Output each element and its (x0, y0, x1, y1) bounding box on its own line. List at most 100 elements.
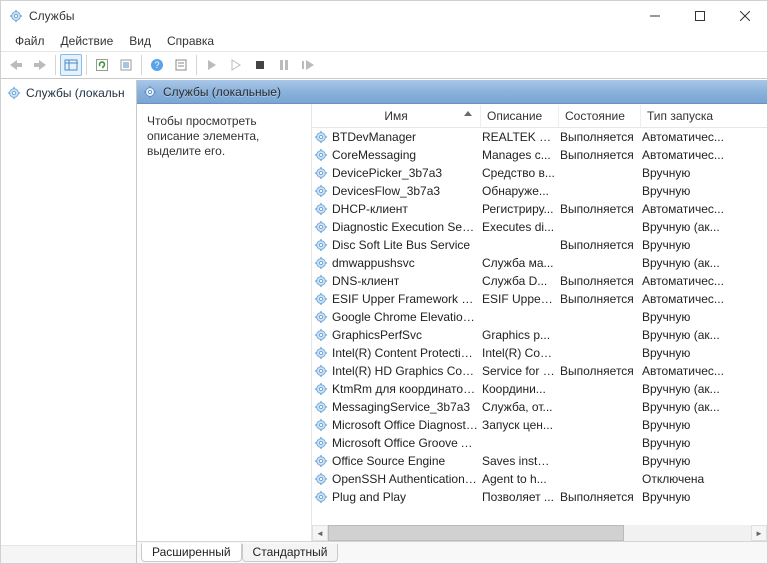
tab-extended[interactable]: Расширенный (141, 543, 242, 562)
app-icon (9, 9, 23, 23)
table-row[interactable]: Disc Soft Lite Bus ServiceВыполняетсяВру… (312, 236, 767, 254)
pause-service-button[interactable] (273, 54, 295, 76)
toolbar-sep (55, 55, 56, 75)
table-row[interactable]: MessagingService_3b7a3Служба, от...Вручн… (312, 398, 767, 416)
gear-icon (314, 166, 328, 180)
rows: BTDevManagerREALTEK Bl...ВыполняетсяАвто… (312, 128, 767, 525)
cell-state: Выполняется (560, 238, 642, 252)
col-description[interactable]: Описание (480, 105, 558, 127)
gear-icon (314, 436, 328, 450)
menu-view[interactable]: Вид (121, 32, 159, 50)
gear-icon (314, 454, 328, 468)
cell-name: CoreMessaging (332, 148, 482, 162)
cell-start-type: Вручную (642, 436, 730, 450)
table-row[interactable]: GraphicsPerfSvcGraphics p...Вручную (ак.… (312, 326, 767, 344)
gear-icon (314, 382, 328, 396)
horizontal-scrollbar[interactable]: ◄ ► (312, 525, 767, 541)
maximize-button[interactable] (677, 1, 722, 31)
cell-state: Выполняется (560, 364, 642, 378)
gear-icon (314, 274, 328, 288)
window-title: Службы (29, 9, 74, 23)
cell-state: Выполняется (560, 490, 642, 504)
gear-icon (314, 256, 328, 270)
cell-state: Выполняется (560, 148, 642, 162)
table-row[interactable]: DevicePicker_3b7a3Средство в...Вручную (312, 164, 767, 182)
menu-help[interactable]: Справка (159, 32, 222, 50)
gear-icon (314, 328, 328, 342)
cell-start-type: Отключена (642, 472, 730, 486)
tree-scrollbar[interactable] (1, 545, 136, 563)
close-button[interactable] (722, 1, 767, 31)
help-button[interactable]: ? (146, 54, 168, 76)
cell-name: ESIF Upper Framework Service (332, 292, 482, 306)
toolbar-sep (141, 55, 142, 75)
show-tree-button[interactable] (60, 54, 82, 76)
cell-start-type: Автоматичес... (642, 148, 730, 162)
content: Чтобы просмотреть описание элемента, выд… (137, 104, 767, 541)
col-state[interactable]: Состояние (558, 105, 640, 127)
table-row[interactable]: Microsoft Office Groove Au...Вручную (312, 434, 767, 452)
scroll-right-icon[interactable]: ► (751, 525, 767, 541)
right-header: Службы (локальные) (137, 80, 767, 104)
table-row[interactable]: CoreMessagingManages c...ВыполняетсяАвто… (312, 146, 767, 164)
export-list-button[interactable] (115, 54, 137, 76)
table-row[interactable]: dmwappushsvcСлужба ма...Вручную (ак... (312, 254, 767, 272)
tab-standard[interactable]: Стандартный (242, 544, 339, 562)
cell-state: Выполняется (560, 274, 642, 288)
scroll-thumb[interactable] (328, 525, 624, 541)
start-service-alt-button[interactable] (225, 54, 247, 76)
start-service-button[interactable] (201, 54, 223, 76)
minimize-button[interactable] (632, 1, 677, 31)
cell-description: Saves instal... (482, 454, 560, 468)
restart-service-button[interactable] (297, 54, 319, 76)
cell-start-type: Автоматичес... (642, 202, 730, 216)
description-panel: Чтобы просмотреть описание элемента, выд… (137, 104, 311, 541)
back-button[interactable] (5, 54, 27, 76)
cell-description: REALTEK Bl... (482, 130, 560, 144)
table-row[interactable]: DNS-клиентСлужба D...ВыполняетсяАвтомати… (312, 272, 767, 290)
sort-asc-icon (464, 111, 472, 116)
menu-action[interactable]: Действие (53, 32, 122, 50)
tree-item-services[interactable]: Службы (локальн (1, 83, 136, 103)
table-row[interactable]: DevicesFlow_3b7a3Обнаруже...Вручную (312, 182, 767, 200)
tree-item-label: Службы (локальн (26, 86, 125, 100)
cell-start-type: Вручную (642, 418, 730, 432)
cell-start-type: Вручную (642, 490, 730, 504)
table-row[interactable]: BTDevManagerREALTEK Bl...ВыполняетсяАвто… (312, 128, 767, 146)
window: Службы Файл Действие Вид Справка ? (0, 0, 768, 564)
table-row[interactable]: Diagnostic Execution ServiceExecutes di.… (312, 218, 767, 236)
window-controls (632, 1, 767, 31)
view-tabs: Расширенный Стандартный (137, 541, 767, 563)
scroll-track[interactable] (328, 525, 751, 541)
cell-description: Регистриру... (482, 202, 560, 216)
refresh-button[interactable] (91, 54, 113, 76)
properties-button[interactable] (170, 54, 192, 76)
table-row[interactable]: Microsoft Office Diagnostics...Запуск це… (312, 416, 767, 434)
cell-state: Выполняется (560, 202, 642, 216)
menu-file[interactable]: Файл (7, 32, 53, 50)
table-row[interactable]: ESIF Upper Framework ServiceESIF Upper .… (312, 290, 767, 308)
stop-service-button[interactable] (249, 54, 271, 76)
cell-name: DHCP-клиент (332, 202, 482, 216)
cell-start-type: Вручную (642, 310, 730, 324)
col-start-type[interactable]: Тип запуска (640, 105, 722, 127)
body: Службы (локальн Службы (локальные) Чтобы… (1, 79, 767, 563)
gear-icon (314, 400, 328, 414)
table-row[interactable]: Intel(R) Content Protection H...Intel(R)… (312, 344, 767, 362)
cell-name: Diagnostic Execution Service (332, 220, 482, 234)
col-name[interactable]: Имя (312, 105, 480, 127)
table-row[interactable]: Google Chrome Elevation Se...Вручную (312, 308, 767, 326)
gear-icon (314, 364, 328, 378)
toolbar-sep (196, 55, 197, 75)
scroll-left-icon[interactable]: ◄ (312, 525, 328, 541)
table-row[interactable]: KtmRm для координатора ...Координи...Вру… (312, 380, 767, 398)
cell-name: Intel(R) Content Protection H... (332, 346, 482, 360)
table-row[interactable]: OpenSSH Authentication Ag...Agent to h..… (312, 470, 767, 488)
table-row[interactable]: Office Source EngineSaves instal...Вручн… (312, 452, 767, 470)
table-row[interactable]: Intel(R) HD Graphics Control ...Service … (312, 362, 767, 380)
cell-description: Service for I... (482, 364, 560, 378)
forward-button[interactable] (29, 54, 51, 76)
table-row[interactable]: DHCP-клиентРегистриру...ВыполняетсяАвтом… (312, 200, 767, 218)
table-row[interactable]: Plug and PlayПозволяет ...ВыполняетсяВру… (312, 488, 767, 506)
cell-description: Manages c... (482, 148, 560, 162)
